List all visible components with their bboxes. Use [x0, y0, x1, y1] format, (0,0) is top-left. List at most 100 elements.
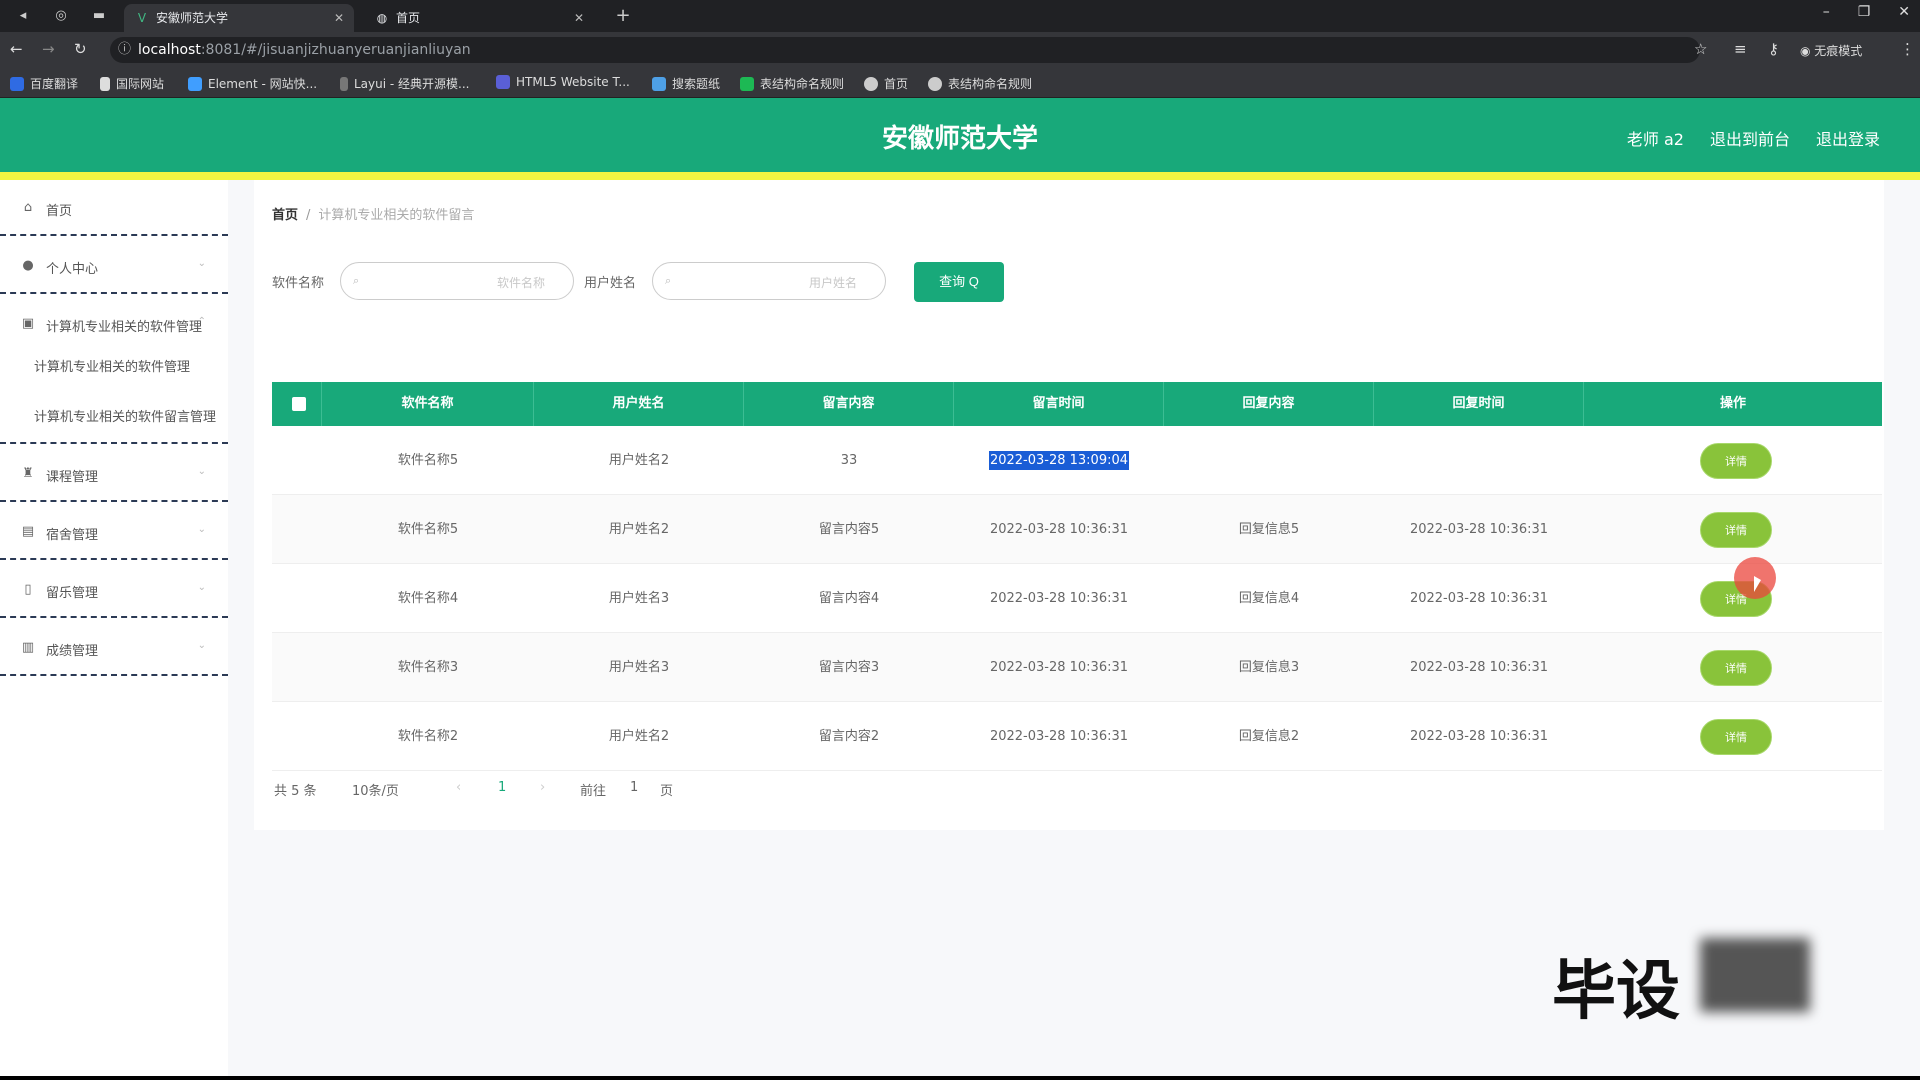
table-row[interactable]: 软件名称5 用户姓名2 33 2022-03-28 13:09:04 详情 [272, 426, 1882, 495]
bookmark-item[interactable]: 表结构命名规则 [740, 75, 844, 92]
col-software[interactable]: 软件名称 [322, 382, 534, 426]
vue-logo-icon: V [137, 11, 147, 25]
next-page-button[interactable]: › [540, 780, 545, 795]
info-icon[interactable]: ⓘ [118, 37, 131, 63]
col-reply[interactable]: 回复内容 [1164, 382, 1374, 426]
url-bar[interactable]: ⓘ localhost:8081/#/jisuanjizhuanyeruanji… [110, 37, 1700, 63]
cell-time: 2022-03-28 10:36:31 [989, 522, 1129, 537]
bookmark-label: 首页 [884, 77, 909, 91]
cell-software: 软件名称2 [397, 729, 459, 744]
cell-reply: 回复信息3 [1238, 660, 1300, 675]
sidebar-item-label: 首页 [46, 204, 73, 219]
select-all-checkbox[interactable] [292, 397, 306, 411]
close-icon[interactable]: ✕ [334, 4, 344, 32]
sidebar-item-course[interactable]: ♜ 课程管理 ⌄ [0, 446, 228, 502]
cell-reply-time: 2022-03-28 10:36:31 [1409, 591, 1549, 606]
col-time[interactable]: 留言时间 [954, 382, 1164, 426]
bookmark-item[interactable]: 表结构命名规则 [928, 75, 1032, 92]
breadcrumb: 首页 / 计算机专业相关的软件留言 [272, 204, 474, 223]
user-name-input[interactable]: ⌕ 用户姓名 [652, 262, 886, 300]
software-name-input[interactable]: ⌕ 软件名称 [340, 262, 574, 300]
sidebar-item-label: 留乐管理 [46, 586, 99, 601]
bookmark-item[interactable]: HTML5 Website T... [496, 75, 630, 89]
close-icon[interactable]: ✕ [574, 4, 584, 32]
home-icon: ⌂ [23, 200, 33, 215]
cell-user: 用户姓名2 [608, 453, 670, 468]
new-tab-button[interactable]: + [614, 7, 632, 25]
layui-icon [340, 77, 348, 91]
cell-reply: 回复信息2 [1238, 729, 1300, 744]
sidebar-item-dorm[interactable]: ▤ 宿舍管理 ⌄ [0, 504, 228, 560]
bookmark-item[interactable]: 国际网站 [100, 75, 164, 92]
page-size-select[interactable]: 10条/页 [352, 780, 399, 799]
app-header: 安徽师范大学 老师 a2 退出到前台 退出登录 [0, 98, 1920, 172]
table-row[interactable]: 软件名称3 用户姓名3 留言内容3 2022-03-28 10:36:31 回复… [272, 633, 1882, 702]
bookmark-item[interactable]: Element - 网站快... [188, 75, 317, 92]
table-header: 软件名称 用户姓名 留言内容 留言时间 回复内容 回复时间 操作 [272, 382, 1882, 426]
sidebar-item-grades[interactable]: ▥ 成绩管理 ⌄ [0, 620, 228, 676]
cell-time: 2022-03-28 13:09:04 [954, 426, 1164, 495]
cell-user: 用户姓名2 [608, 729, 670, 744]
flag-icon [100, 77, 110, 91]
profile-badge[interactable]: ◉ 无痕模式 [1800, 42, 1862, 59]
chevron-down-icon: ⌄ [197, 640, 206, 651]
blurred-region [1700, 938, 1810, 1012]
current-user: 老师 a2 [1626, 130, 1684, 149]
table-row[interactable]: 软件名称4 用户姓名3 留言内容4 2022-03-28 10:36:31 回复… [272, 564, 1882, 633]
tab-anhui-normal[interactable]: V 安徽师范大学 ✕ [124, 4, 354, 32]
page-number-current[interactable]: 1 [498, 780, 506, 795]
bookmark-label: HTML5 Website T... [516, 75, 630, 89]
breadcrumb-separator: / [306, 208, 311, 223]
user-icon: ● [22, 258, 34, 273]
breadcrumb-home[interactable]: 首页 [272, 208, 298, 223]
browser-tab-strip: ◂ ◎ ▬ V 安徽师范大学 ✕ ◍ 首页 ✕ + – ❐ ✕ [0, 0, 1920, 32]
sidebar-item-music[interactable]: ▯ 留乐管理 ⌄ [0, 562, 228, 618]
forward-icon[interactable]: → [42, 40, 55, 58]
col-reply-time[interactable]: 回复时间 [1374, 382, 1584, 426]
detail-button[interactable]: 详情 [1700, 719, 1772, 755]
star-icon[interactable]: ☆ [1694, 40, 1707, 58]
detail-button[interactable]: 详情 [1700, 443, 1772, 479]
restore-icon[interactable]: ❐ [1858, 4, 1871, 20]
detail-button[interactable]: 详情 [1700, 512, 1772, 548]
bookmark-item[interactable]: 搜索题纸 [652, 75, 720, 92]
goto-input[interactable]: 1 [630, 780, 638, 795]
reading-list-icon[interactable]: ≡ [1734, 40, 1747, 58]
tab-home[interactable]: ◍ 首页 ✕ [364, 4, 594, 32]
chrome-icon[interactable]: ◎ [52, 7, 70, 25]
sidebar-subitem-software[interactable]: 计算机专业相关的软件管理 [34, 356, 190, 375]
sidebar-item-home[interactable]: ⌂ 首页 [0, 180, 228, 236]
logout-link[interactable]: 退出登录 [1816, 126, 1880, 150]
reload-icon[interactable]: ↻ [74, 40, 87, 58]
sidebar-item-software[interactable]: ▣ 计算机专业相关的软件管理 ⌃ [0, 296, 228, 352]
chevron-down-icon: ⌄ [197, 258, 206, 269]
minimize-icon[interactable]: – [1823, 4, 1830, 20]
menu-dots-icon[interactable]: ⋮ [1900, 40, 1915, 58]
tab-search-icon[interactable]: ◂ [14, 7, 32, 25]
bookmark-label: 国际网站 [116, 77, 165, 91]
bookmark-item[interactable]: 百度翻译 [10, 75, 78, 92]
bookmarks-bar: 百度翻译 国际网站 Element - 网站快... Layui - 经典开源模… [0, 68, 1920, 98]
prev-page-button[interactable]: ‹ [456, 780, 461, 795]
tab-title: 首页 [396, 11, 421, 25]
bookmark-label: 表结构命名规则 [948, 77, 1033, 91]
key-icon[interactable]: ⚷ [1768, 40, 1779, 58]
exit-front-link[interactable]: 退出到前台 [1710, 126, 1790, 150]
table-row[interactable]: 软件名称2 用户姓名2 留言内容2 2022-03-28 10:36:31 回复… [272, 702, 1882, 771]
goto-label: 前往 [580, 784, 607, 799]
bookmark-item[interactable]: 首页 [864, 75, 908, 92]
close-window-icon[interactable]: ✕ [1898, 4, 1910, 20]
col-user[interactable]: 用户姓名 [534, 382, 744, 426]
window-icon[interactable]: ▬ [90, 7, 108, 25]
back-icon[interactable]: ← [10, 40, 23, 58]
bookmark-item[interactable]: Layui - 经典开源模... [340, 75, 469, 92]
cell-user: 用户姓名3 [608, 591, 670, 606]
sidebar-item-profile[interactable]: ● 个人中心 ⌄ [0, 238, 228, 294]
detail-button[interactable]: 详情 [1700, 650, 1772, 686]
query-button[interactable]: 查询 Q [914, 262, 1004, 302]
select-all-cell [272, 382, 322, 426]
element-icon [188, 77, 202, 91]
sidebar-divider [0, 384, 228, 444]
table-row[interactable]: 软件名称5 用户姓名2 留言内容5 2022-03-28 10:36:31 回复… [272, 495, 1882, 564]
col-content[interactable]: 留言内容 [744, 382, 954, 426]
